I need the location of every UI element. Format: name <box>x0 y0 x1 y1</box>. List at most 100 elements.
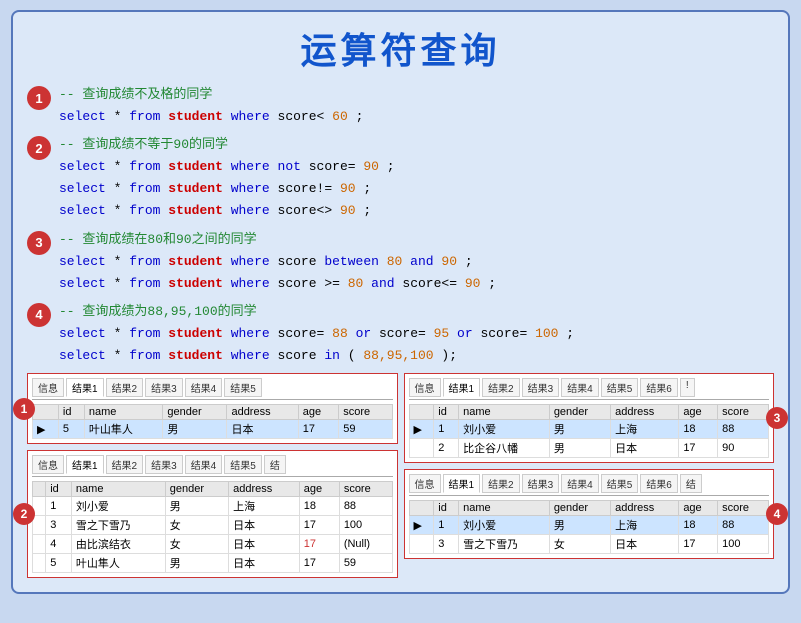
cell-age: 17 <box>679 439 718 458</box>
cell-id: 1 <box>434 516 459 535</box>
tab-result4-1[interactable]: 结果4 <box>185 378 223 397</box>
row-marker: ▶ <box>409 420 434 439</box>
cell-id: 3 <box>434 535 459 554</box>
table-row: ▶ 5 叶山隼人 男 日本 17 59 <box>33 420 393 439</box>
cell-score: (Null) <box>339 535 392 554</box>
row-marker: ▶ <box>409 516 434 535</box>
table-row: 1 刘小爱 男 上海 18 88 <box>33 497 393 516</box>
badge-2: 2 <box>27 136 51 160</box>
result-panel-3: 信息 结果1 结果2 结果3 结果4 结果5 结果6 ! id <box>404 373 775 463</box>
cell-name: 刘小爱 <box>71 497 165 516</box>
page-title: 运算符查询 <box>27 22 774 74</box>
tab-result2-4[interactable]: 结果2 <box>482 474 520 493</box>
main-container: 运算符查询 1 -- 查询成绩不及格的同学 select * from stud… <box>11 10 790 594</box>
code-line-3-1: select * from student where score betwee… <box>59 251 496 273</box>
tab-resultn-2[interactable]: 结 <box>264 455 286 474</box>
cell-age: 18 <box>299 497 339 516</box>
tab-result3-1[interactable]: 结果3 <box>145 378 183 397</box>
col-gender-2: gender <box>165 482 228 497</box>
cell-name: 由比滨结衣 <box>71 535 165 554</box>
code-line-2-1: select * from student where not score= 9… <box>59 156 395 178</box>
cell-name: 刘小爱 <box>459 516 550 535</box>
col-address-2: address <box>229 482 300 497</box>
tab-bar-2: 信息 结果1 结果2 结果3 结果4 结果5 结 <box>32 455 393 477</box>
results-wrapper: 1 信息 结果1 结果2 结果3 结果4 结果5 <box>27 373 774 578</box>
cell-age: 17 <box>298 420 339 439</box>
col-address-1: address <box>227 405 298 420</box>
col-age-3: age <box>679 405 718 420</box>
cell-gender: 男 <box>549 516 610 535</box>
code-block-1: -- 查询成绩不及格的同学 select * from student wher… <box>59 84 363 128</box>
table-row: 3 雪之下雪乃 女 日本 17 100 <box>33 516 393 535</box>
cell-address: 上海 <box>229 497 300 516</box>
cell-score: 88 <box>339 497 392 516</box>
tab-result1-4[interactable]: 结果1 <box>443 474 481 493</box>
tab-result1-3[interactable]: 结果1 <box>443 378 481 397</box>
tab-result5-2[interactable]: 结果5 <box>224 455 262 474</box>
col-address-3: address <box>611 405 679 420</box>
cell-address: 日本 <box>229 516 300 535</box>
result-badge-4: 4 <box>766 503 788 525</box>
col-gender-4: gender <box>549 501 610 516</box>
cell-gender: 男 <box>163 420 227 439</box>
row-marker <box>33 554 46 573</box>
data-table-2: id name gender address age score <box>32 481 393 573</box>
tab-result5-1[interactable]: 结果5 <box>224 378 262 397</box>
tab-result1-1[interactable]: 结果1 <box>66 378 104 397</box>
cell-score: 100 <box>339 516 392 535</box>
tab-result4-3[interactable]: 结果4 <box>561 378 599 397</box>
result-badge-2: 2 <box>13 503 35 525</box>
col-gender-1: gender <box>163 405 227 420</box>
cell-address: 日本 <box>611 439 679 458</box>
cell-address: 上海 <box>611 516 679 535</box>
tab-result6-3[interactable]: 结果6 <box>640 378 678 397</box>
tab-result2-3[interactable]: 结果2 <box>482 378 520 397</box>
cell-name: 叶山隼人 <box>84 420 163 439</box>
tab-result2-1[interactable]: 结果2 <box>106 378 144 397</box>
panel-wrap-4: 信息 结果1 结果2 结果3 结果4 结果5 结果6 结 id <box>404 469 775 559</box>
cell-id: 1 <box>46 497 72 516</box>
cell-age: 17 <box>299 554 339 573</box>
tab-bar-4: 信息 结果1 结果2 结果3 结果4 结果5 结果6 结 <box>409 474 770 496</box>
col-name-2: name <box>71 482 165 497</box>
table-row: ▶ 1 刘小爱 男 上海 18 88 <box>409 420 769 439</box>
tab-result4-2[interactable]: 结果4 <box>185 455 223 474</box>
col-gender-3: gender <box>549 405 610 420</box>
table-row: 3 雪之下雪乃 女 日本 17 100 <box>409 535 769 554</box>
tab-result5-3[interactable]: 结果5 <box>601 378 639 397</box>
cell-gender: 男 <box>165 497 228 516</box>
section-3: 3 -- 查询成绩在80和90之间的同学 select * from stude… <box>27 229 774 295</box>
tab-info-4[interactable]: 信息 <box>409 474 441 493</box>
tab-result1-2[interactable]: 结果1 <box>66 455 104 474</box>
badge-4: 4 <box>27 303 51 327</box>
tab-info-2[interactable]: 信息 <box>32 455 64 474</box>
table-row: 4 由比滨结衣 女 日本 17 (Null) <box>33 535 393 554</box>
tab-bar-1: 信息 结果1 结果2 结果3 结果4 结果5 <box>32 378 393 400</box>
col-marker-4 <box>409 501 434 516</box>
col-score-2: score <box>339 482 392 497</box>
col-age-4: age <box>679 501 718 516</box>
tab-resultn-4[interactable]: 结 <box>680 474 702 493</box>
col-marker-1 <box>33 405 59 420</box>
table-row: ▶ 1 刘小爱 男 上海 18 88 <box>409 516 769 535</box>
panel-wrap-2: 2 信息 结果1 结果2 结果3 结果4 结果5 结 <box>27 450 398 578</box>
tab-result3-4[interactable]: 结果3 <box>522 474 560 493</box>
data-table-4: id name gender address age score ▶ <box>409 500 770 554</box>
cell-gender: 男 <box>549 420 610 439</box>
tab-info-1[interactable]: 信息 <box>32 378 64 397</box>
tab-result3-2[interactable]: 结果3 <box>145 455 183 474</box>
tab-result2-2[interactable]: 结果2 <box>106 455 144 474</box>
cell-id: 5 <box>58 420 84 439</box>
tab-resultn-3[interactable]: ! <box>680 378 695 397</box>
panel-wrap-1: 1 信息 结果1 结果2 结果3 结果4 结果5 <box>27 373 398 444</box>
tab-result4-4[interactable]: 结果4 <box>561 474 599 493</box>
tab-result5-4[interactable]: 结果5 <box>601 474 639 493</box>
cell-score: 88 <box>718 420 769 439</box>
tab-info-3[interactable]: 信息 <box>409 378 441 397</box>
tab-result3-3[interactable]: 结果3 <box>522 378 560 397</box>
table-row: 5 叶山隼人 男 日本 17 59 <box>33 554 393 573</box>
col-age-1: age <box>298 405 339 420</box>
cell-id: 1 <box>434 420 459 439</box>
tab-result6-4[interactable]: 结果6 <box>640 474 678 493</box>
cell-address: 日本 <box>227 420 298 439</box>
